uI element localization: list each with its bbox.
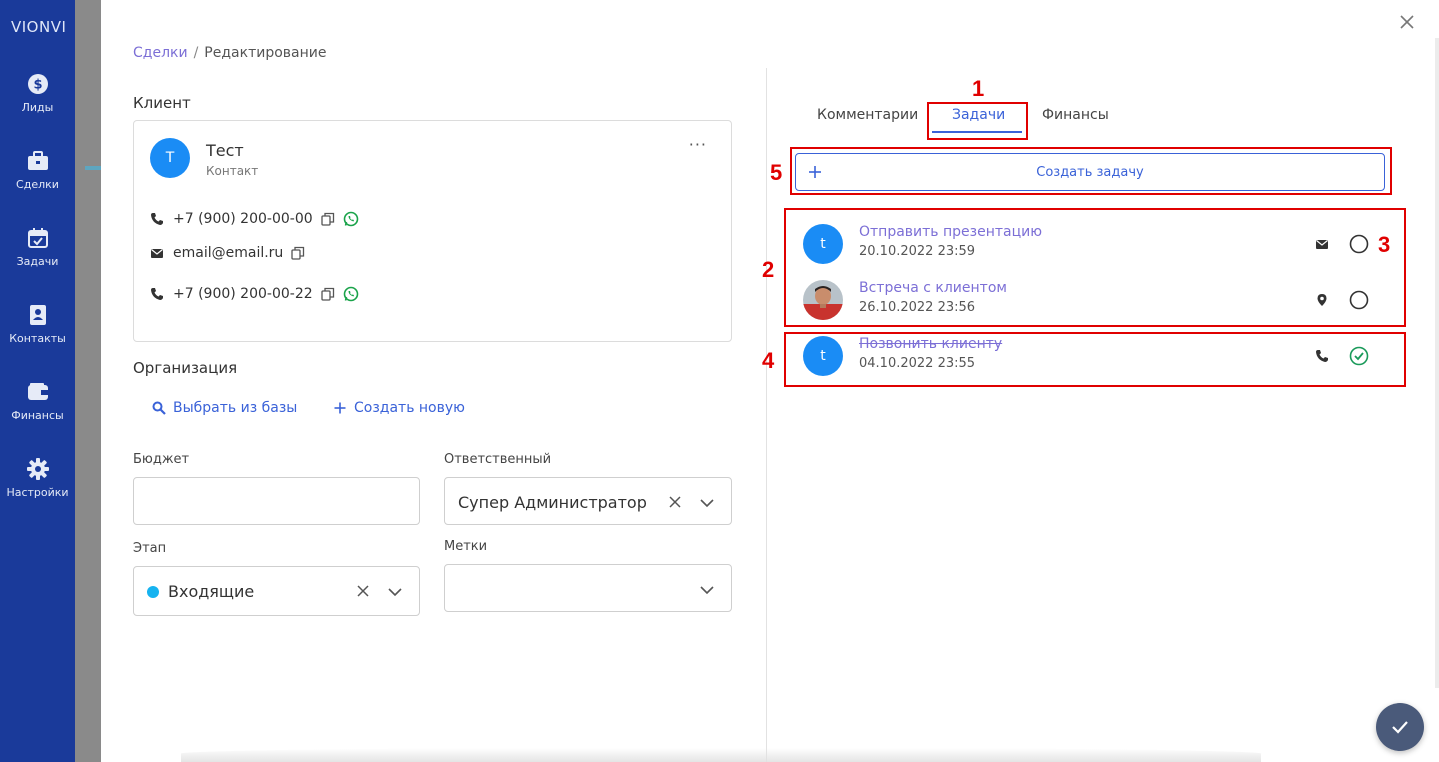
copy-icon[interactable] (320, 212, 335, 226)
annotation-number-2: 2 (762, 257, 775, 282)
annotation-box-tabs (927, 102, 1028, 140)
client-card: Т Тест Контакт ··· +7 (900) 200-00-00 em… (133, 120, 732, 342)
client-name[interactable]: Тест (206, 141, 244, 160)
copy-icon[interactable] (320, 287, 335, 301)
breadcrumb-separator: / (193, 45, 199, 61)
stage-value: Входящие (168, 582, 255, 601)
sidebar: VIONVI $ Лиды Сделки Задачи Контакты Фин… (0, 0, 75, 762)
tab-finance[interactable]: Финансы (1042, 107, 1109, 123)
whatsapp-icon[interactable] (343, 286, 359, 302)
breadcrumb: Сделки / Редактирование (133, 45, 326, 61)
save-check-button[interactable] (1376, 703, 1424, 751)
sidebar-item-deals[interactable]: Сделки (0, 150, 75, 191)
sidebar-item-label: Лиды (21, 101, 54, 114)
chevron-down-icon[interactable] (699, 582, 715, 598)
scrollbar[interactable] (1435, 38, 1439, 688)
sidebar-item-settings[interactable]: Настройки (0, 458, 75, 499)
whatsapp-icon[interactable] (343, 211, 359, 227)
breadcrumb-deals-link[interactable]: Сделки (133, 45, 188, 61)
clear-icon[interactable] (667, 494, 683, 510)
check-icon (1392, 721, 1408, 734)
svg-text:$: $ (33, 78, 42, 93)
sidebar-item-label: Сделки (16, 178, 59, 191)
phone-icon (151, 213, 163, 225)
annotation-number-5: 5 (770, 160, 783, 185)
annotation-number-4: 4 (762, 348, 775, 373)
close-icon[interactable] (1397, 12, 1417, 32)
more-options-button[interactable]: ··· (689, 135, 707, 154)
stage-select[interactable]: Входящие (133, 566, 420, 616)
sidebar-item-label: Контакты (9, 332, 66, 345)
panel-divider (766, 68, 767, 762)
annotation-number-1: 1 (972, 76, 985, 101)
phone-number[interactable]: +7 (900) 200-00-00 (173, 211, 313, 227)
stage-label: Этап (133, 541, 167, 556)
stage-color-dot (147, 586, 159, 598)
calendar-check-icon (27, 228, 48, 248)
responsible-label: Ответственный (444, 452, 552, 467)
tags-label: Метки (444, 539, 488, 554)
create-organization-button[interactable]: Создать новую (333, 400, 465, 416)
copy-icon[interactable] (291, 246, 305, 260)
phone-icon (151, 288, 163, 300)
phone-number[interactable]: +7 (900) 200-00-22 (173, 286, 313, 302)
contact-phone-row: +7 (900) 200-00-00 (150, 211, 359, 227)
responsible-value: Супер Администратор (458, 493, 647, 512)
gear-icon (26, 458, 49, 480)
annotation-box-open-tasks (784, 208, 1406, 327)
search-icon (152, 401, 166, 415)
wallet-icon (27, 383, 48, 400)
email-address[interactable]: email@email.ru (173, 245, 283, 261)
client-role: Контакт (206, 164, 259, 178)
create-organization-label: Создать новую (354, 400, 465, 416)
breadcrumb-current: Редактирование (204, 45, 327, 61)
plus-icon (334, 402, 346, 414)
deal-edit-modal: Сделки / Редактирование Клиент Т Тест Конт… (101, 0, 1439, 762)
client-section-title: Клиент (133, 94, 191, 112)
tags-select[interactable] (444, 564, 732, 612)
sidebar-item-finance[interactable]: Финансы (0, 381, 75, 422)
tab-comments[interactable]: Комментарии (817, 107, 918, 123)
budget-label: Бюджет (133, 452, 190, 467)
annotation-box-create-task (790, 147, 1392, 195)
annotation-box-done-task (784, 332, 1406, 387)
sidebar-item-tasks[interactable]: Задачи (0, 227, 75, 268)
chevron-down-icon[interactable] (699, 495, 715, 511)
bottom-shadow (181, 748, 1261, 762)
chevron-down-icon[interactable] (387, 584, 403, 600)
budget-input[interactable] (133, 477, 420, 525)
contact-email-row: email@email.ru (150, 245, 305, 261)
choose-from-base-label: Выбрать из базы (173, 400, 298, 416)
contact-book-icon (29, 305, 46, 325)
sidebar-item-label: Настройки (6, 486, 69, 499)
briefcase-icon (27, 151, 48, 170)
sidebar-item-label: Финансы (11, 409, 64, 422)
sidebar-item-label: Задачи (16, 255, 59, 268)
sidebar-item-leads[interactable]: $ Лиды (0, 73, 75, 114)
choose-from-base-button[interactable]: Выбрать из базы (152, 400, 297, 416)
responsible-select[interactable]: Супер Администратор (444, 477, 732, 525)
client-avatar: Т (150, 138, 190, 178)
brand-logo: VIONVI (11, 18, 67, 36)
sidebar-item-contacts[interactable]: Контакты (0, 304, 75, 345)
organization-section-title: Организация (133, 359, 238, 377)
stage-value-wrap: Входящие (147, 582, 254, 601)
dollar-icon: $ (27, 74, 48, 94)
clear-icon[interactable] (355, 583, 371, 599)
envelope-icon (151, 249, 163, 258)
contact-phone-row: +7 (900) 200-00-22 (150, 286, 359, 302)
annotation-number-3: 3 (1378, 232, 1391, 257)
